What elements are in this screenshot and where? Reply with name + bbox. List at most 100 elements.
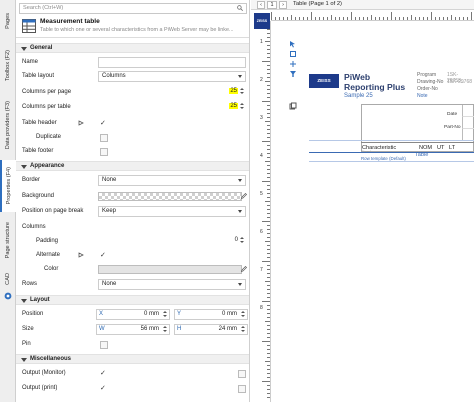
border-select[interactable]: None (98, 175, 246, 186)
ruler-tick (267, 153, 270, 154)
spinner-icon[interactable] (241, 325, 246, 334)
ruler-tick (267, 305, 270, 306)
spinner-icon[interactable] (240, 236, 245, 245)
position-page-break-value: Keep (102, 208, 117, 214)
spinner-icon[interactable] (240, 87, 245, 96)
x-field[interactable]: X 0 mm (96, 309, 170, 320)
spinner-icon[interactable] (163, 325, 168, 334)
row-rows: Rows None (16, 278, 249, 292)
output-monitor-link-icon[interactable] (238, 370, 246, 378)
filter-tool-icon[interactable] (289, 70, 297, 78)
row-background: Background (16, 190, 249, 204)
rows-value: None (102, 281, 117, 287)
border-label: Border (22, 177, 41, 183)
alternate-checkbox[interactable]: ✓ (100, 252, 108, 260)
duplicate-checkbox[interactable] (100, 134, 108, 142)
measurement-table-header[interactable]: Characteristic NOM UT LT (361, 142, 474, 152)
chevron-down-icon (238, 283, 242, 286)
next-page-button[interactable]: › (279, 1, 287, 9)
alternate-label: Alternate (36, 252, 61, 258)
output-monitor-checkbox[interactable]: ✓ (100, 370, 108, 378)
output-print-link-icon[interactable] (238, 385, 246, 393)
name-input[interactable] (98, 57, 246, 68)
ruler-tick (267, 293, 270, 294)
link-tool-icon[interactable] (289, 60, 297, 68)
ruler-tick (423, 17, 424, 20)
background-label: Background (22, 193, 55, 199)
spinner-icon[interactable] (241, 310, 246, 319)
table-layout-select[interactable]: Columns (98, 71, 246, 82)
section-general[interactable]: General (16, 43, 249, 53)
section-miscellaneous[interactable]: Miscellaneous (16, 354, 249, 364)
output-print-checkbox[interactable]: ✓ (100, 385, 108, 393)
pencil-icon[interactable] (241, 193, 247, 199)
page-number-input[interactable]: 1 (267, 1, 277, 9)
ruler-tick (467, 17, 468, 20)
table-boundary-line (309, 152, 474, 153)
columns-per-table-stepper[interactable]: 25 (98, 102, 246, 113)
ruler-tick (267, 385, 270, 386)
ruler-tick (267, 209, 270, 210)
ruler-tick (267, 329, 270, 330)
copy-tool-icon[interactable] (289, 102, 297, 110)
pencil-icon[interactable] (241, 266, 247, 272)
ruler-tick (455, 17, 456, 20)
ruler-tick (267, 45, 270, 46)
tab-cad[interactable]: CAD (0, 268, 16, 290)
alternate-color-swatch[interactable] (98, 265, 242, 274)
pointer-tool-icon[interactable] (289, 40, 297, 48)
search-input[interactable]: Search (Ctrl+W) (19, 3, 247, 14)
previous-page-button[interactable]: ‹ (257, 1, 265, 9)
ruler-tick (299, 17, 300, 20)
padding-stepper[interactable]: 0 (98, 236, 246, 247)
section-layout[interactable]: Layout (16, 295, 249, 305)
ruler-tick (267, 349, 270, 350)
expand-arrow-icon[interactable] (78, 252, 84, 258)
collapse-triangle-icon (21, 47, 27, 51)
columns-per-page-value: 25 (229, 88, 238, 94)
ruler-tick (287, 17, 288, 20)
row-alternate: Alternate ✓ (16, 249, 249, 263)
rows-select[interactable]: None (98, 279, 246, 290)
row-output-monitor: Output (Monitor) ✓ (16, 367, 249, 381)
w-field[interactable]: W 56 mm (96, 324, 170, 335)
ruler-tick (265, 361, 270, 362)
section-appearance[interactable]: Appearance (16, 161, 249, 171)
tab-page-structure[interactable]: Page structure (0, 214, 16, 266)
ruler-tick (291, 15, 292, 20)
drawing-value: 1SK-29768 (447, 79, 473, 85)
table-footer-checkbox[interactable] (100, 148, 108, 156)
row-duplicate: Duplicate (16, 131, 249, 145)
ruler-tick (267, 377, 270, 378)
row-size: Size W 56 mm H 24 mm (16, 323, 249, 337)
ruler-tick (267, 213, 270, 214)
h-field[interactable]: H 24 mm (174, 324, 248, 335)
ruler-number: 7 (260, 267, 263, 273)
table-header-checkbox[interactable]: ✓ (100, 120, 108, 128)
row-table-header: Table header ✓ (16, 117, 249, 131)
spinner-icon[interactable] (240, 102, 245, 111)
chevron-down-icon (238, 210, 242, 213)
ruler-tick (303, 17, 304, 20)
expand-arrow-icon[interactable] (78, 120, 84, 126)
ruler-tick (267, 149, 270, 150)
tab-toolbox[interactable]: Toolbox (F2) (0, 42, 16, 90)
row-table-layout: Table layout Columns (16, 70, 249, 84)
plugin-tool-icon[interactable] (289, 50, 297, 58)
table-label: Table (415, 152, 429, 158)
tab-cad-label: CAD (5, 273, 11, 285)
ruler-tick (283, 17, 284, 20)
tab-data-providers[interactable]: Data providers (F3) (0, 92, 16, 158)
ruler-tick (267, 345, 270, 346)
pin-checkbox[interactable] (100, 341, 108, 349)
columns-per-page-stepper[interactable]: 25 (98, 87, 246, 98)
ruler-tick (267, 137, 270, 138)
position-page-break-select[interactable]: Keep (98, 206, 246, 217)
spinner-icon[interactable] (163, 310, 168, 319)
background-color-swatch[interactable] (98, 192, 242, 201)
y-field[interactable]: Y 0 mm (174, 309, 248, 320)
tab-properties[interactable]: Properties (F4) (0, 160, 16, 212)
tab-pages[interactable]: Pages (0, 2, 16, 40)
ruler-tick (391, 12, 392, 20)
date-label: Date (447, 112, 458, 117)
